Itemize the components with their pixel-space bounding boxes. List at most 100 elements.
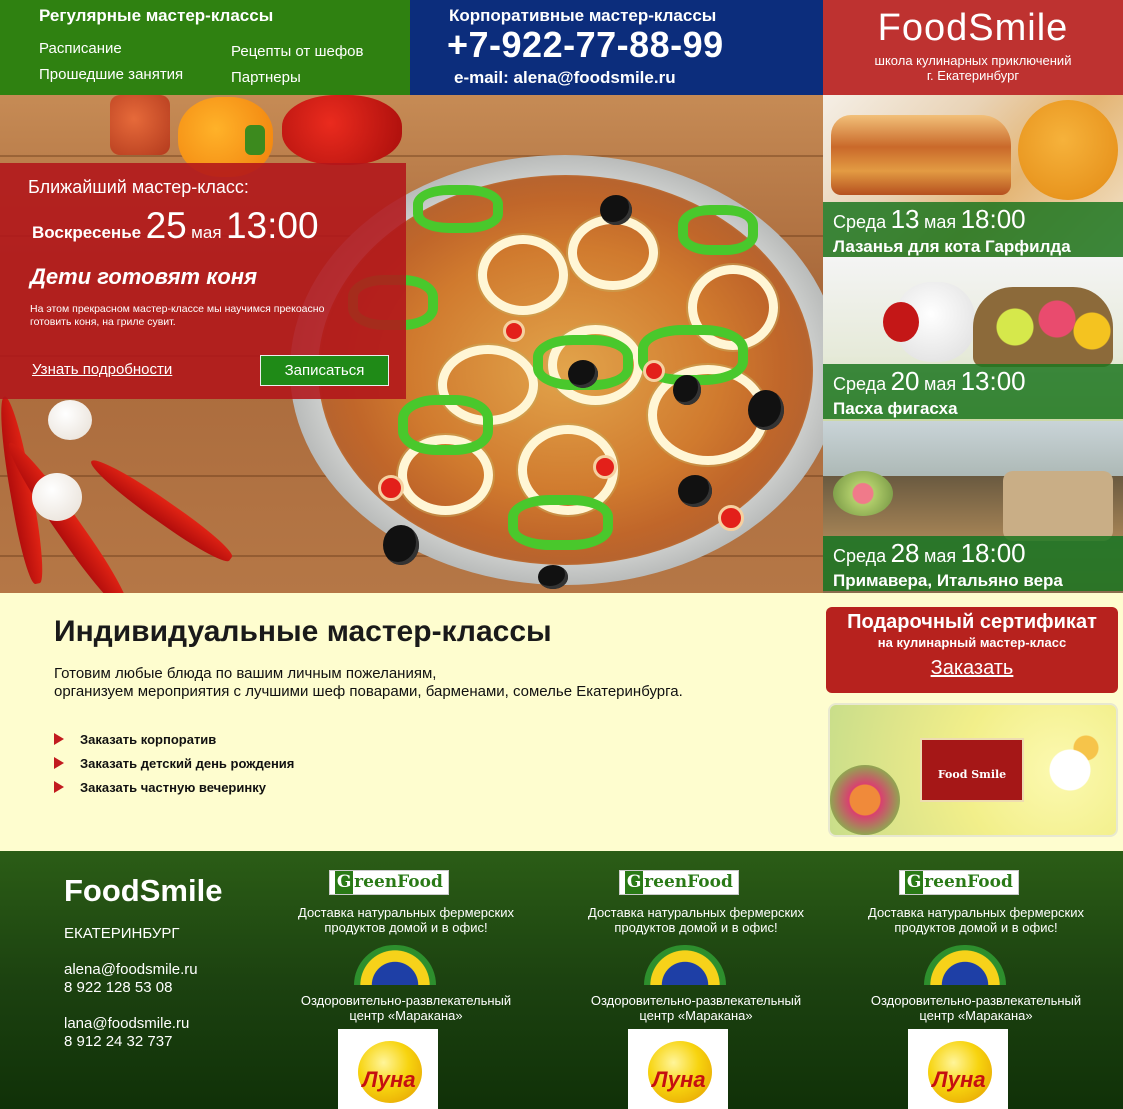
greenfood-logo[interactable]: GreenFood (329, 870, 449, 895)
brand-logo[interactable]: FoodSmile (823, 7, 1123, 50)
triangle-bullet-icon (54, 781, 64, 793)
partner-column: GreenFood Доставка натуральных фермерски… (566, 851, 826, 1109)
maracana-logo[interactable] (354, 945, 436, 985)
next-class-description: На этом прекрасном мастер-классе мы науч… (30, 303, 325, 328)
spice-jar-image (110, 95, 170, 155)
contact-email[interactable]: lana@foodsmile.ru (64, 1015, 189, 1033)
event-date: Среда 20 мая 13:00 (833, 367, 1113, 400)
order-kids-birthday-link[interactable]: Заказать детский день рождения (54, 751, 294, 775)
gift-certificate-subtitle: на кулинарный мастер-класс (877, 635, 1067, 650)
event-title: Пасха фигасха (833, 399, 958, 418)
nav-chef-recipes-link[interactable]: Рецепты от шефов (231, 43, 363, 60)
footer-city: ЕКАТЕРИНБУРГ (64, 925, 180, 942)
nav-partners-link[interactable]: Партнеры (231, 69, 301, 86)
olive (383, 525, 419, 565)
corporate-email[interactable]: e-mail: alena@foodsmile.ru (454, 68, 676, 88)
olive (678, 475, 712, 507)
onion-ring (478, 235, 568, 315)
next-class-month: мая (191, 223, 222, 242)
green-pepper-slice (508, 495, 613, 550)
green-pepper-slice (398, 395, 493, 455)
order-link-label: Заказать детский день рождения (80, 755, 295, 771)
event-time: 18:00 (960, 538, 1026, 568)
maracana-text: Оздоровительно-развлекательный центр «Ма… (276, 993, 536, 1023)
partner-text-line: центр «Маракана» (919, 1008, 1033, 1023)
partner-text-line: Доставка натуральных фермерских (298, 905, 514, 920)
luna-logo-text: Луна (362, 1067, 416, 1092)
greenfood-text: Доставка натуральных фермерских продукто… (276, 905, 536, 935)
footer-brand: FoodSmile (64, 873, 223, 908)
partner-text-line: Доставка натуральных фермерских (868, 905, 1084, 920)
event-month: мая (923, 546, 957, 566)
gift-certificate-title: Подарочный сертификат (847, 611, 1097, 633)
event-card[interactable]: Среда 20 мая 13:00 Пасха фигасха (823, 257, 1123, 421)
partner-text-line: Оздоровительно-развлекательный (870, 993, 1082, 1008)
luna-logo[interactable]: Луна (908, 1029, 1008, 1109)
event-info: Среда 20 мая 13:00 Пасха фигасха (823, 364, 1123, 419)
next-class-heading: Ближайший мастер-класс: (28, 177, 249, 197)
contact-phone: 8 922 128 53 08 (64, 979, 173, 996)
signup-button[interactable]: Записаться (260, 355, 389, 386)
partner-text-line: Оздоровительно-развлекательный (590, 993, 802, 1008)
greenfood-logo-text: reenFood (644, 872, 733, 892)
greenfood-logo[interactable]: GreenFood (899, 870, 1019, 895)
next-class-weekday: Воскресенье (32, 223, 142, 242)
luna-logo[interactable]: Луна (338, 1029, 438, 1109)
garlic-image (48, 400, 92, 440)
event-title: Лазанья для кота Гарфилда (833, 237, 1071, 256)
greenfood-logo-g: G (625, 871, 644, 894)
gift-order-link[interactable]: Заказать (826, 657, 1118, 680)
nav-past-classes-link[interactable]: Прошедшие занятия (39, 66, 183, 83)
corporate-phone: +7-922-77-88-99 (447, 24, 724, 65)
onion-ring (568, 215, 658, 290)
individual-classes-text: Готовим любые блюда по вашим личным поже… (54, 665, 683, 701)
red-bow-image (883, 302, 919, 342)
olive (600, 195, 632, 225)
partner-text-line: продуктов домой и в офис! (894, 920, 1058, 935)
luna-logo-text: Луна (932, 1067, 986, 1092)
nav-schedule-link[interactable]: Расписание (39, 40, 122, 57)
regular-classes-panel: Регулярные мастер-классы Расписание Прош… (0, 0, 410, 95)
luna-logo-text: Луна (652, 1067, 706, 1092)
maracana-logo[interactable] (644, 945, 726, 985)
event-card[interactable]: Среда 13 мая 18:00 Лазанья для кота Гарф… (823, 95, 1123, 257)
chili-slice (643, 360, 665, 382)
maracana-text: Оздоровительно-развлекательный центр «Ма… (566, 993, 826, 1023)
gift-certificate-box: Подарочный сертификат на кулинарный маст… (826, 607, 1118, 693)
contact-email[interactable]: alena@foodsmile.ru (64, 961, 198, 979)
order-links-list: Заказать корпоратив Заказать детский ден… (54, 727, 294, 799)
maracana-logo[interactable] (924, 945, 1006, 985)
event-day: 20 (890, 366, 920, 396)
olive (748, 390, 784, 430)
order-corporate-link[interactable]: Заказать корпоратив (54, 727, 294, 751)
order-private-party-link[interactable]: Заказать частную вечеринку (54, 775, 294, 799)
partner-text-line: Доставка натуральных фермерских (588, 905, 804, 920)
maracana-text: Оздоровительно-развлекательный центр «Ма… (846, 993, 1106, 1023)
partner-column: GreenFood Доставка натуральных фермерски… (276, 851, 536, 1109)
greenfood-logo-text: reenFood (354, 872, 443, 892)
olive (673, 375, 701, 405)
green-pepper-slice (678, 205, 758, 255)
triangle-bullet-icon (54, 757, 64, 769)
luna-logo[interactable]: Луна (628, 1029, 728, 1109)
next-class-promo: Ближайший мастер-класс: Воскресенье 25 м… (0, 163, 406, 399)
greenfood-logo-g: G (335, 871, 354, 894)
event-card[interactable]: Среда 28 мая 18:00 Примавера, Итальяно в… (823, 421, 1123, 593)
event-info: Среда 28 мая 18:00 Примавера, Итальяно в… (823, 536, 1123, 591)
chili-slice (503, 320, 525, 342)
corporate-classes-title[interactable]: Корпоративные мастер-классы (449, 6, 716, 26)
gift-card-image[interactable]: Food Smile (828, 703, 1118, 837)
greenfood-logo[interactable]: GreenFood (619, 870, 739, 895)
partner-text-line: продуктов домой и в офис! (614, 920, 778, 935)
more-details-link[interactable]: Узнать подробности (32, 361, 172, 378)
individual-classes-title: Индивидуальные мастер-классы (54, 615, 552, 648)
regular-classes-title[interactable]: Регулярные мастер-классы (39, 6, 273, 26)
greenfood-logo-text: reenFood (924, 872, 1013, 892)
individual-text-line: Готовим любые блюда по вашим личным поже… (54, 665, 437, 682)
chili-image (85, 452, 237, 568)
chili-slice (378, 475, 404, 501)
individual-classes-section: Индивидуальные мастер-классы Готовим люб… (0, 593, 1123, 851)
next-class-time: 13:00 (225, 205, 319, 246)
partner-column: GreenFood Доставка натуральных фермерски… (846, 851, 1106, 1109)
partner-text-line: Оздоровительно-развлекательный (300, 993, 512, 1008)
